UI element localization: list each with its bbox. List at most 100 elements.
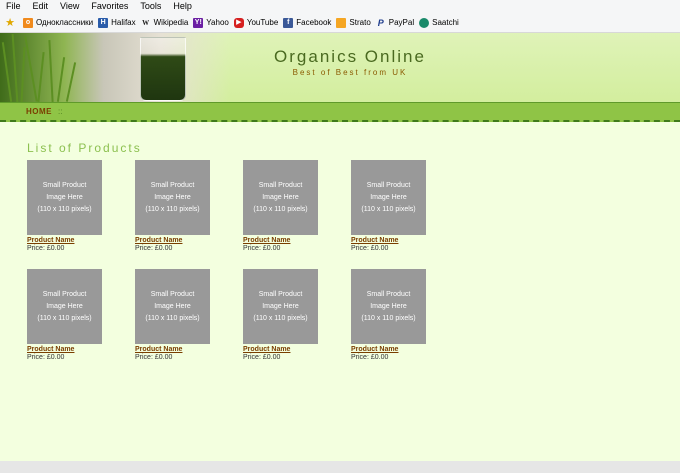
product-price: Price: £0.00 — [135, 354, 173, 361]
product-card: Small Product Image Here (110 x 110 pixe… — [135, 269, 225, 361]
odnoklassniki-icon: o — [23, 17, 33, 28]
site-title: Organics Online — [274, 47, 426, 66]
placeholder-line: Small Product — [42, 290, 87, 298]
favorite-label: Halifax — [111, 18, 136, 27]
placeholder-line: Small Product — [366, 181, 411, 189]
placeholder-line: (110 x 110 pixels) — [361, 205, 416, 213]
product-image-placeholder[interactable]: Small Product Image Here (110 x 110 pixe… — [135, 269, 210, 344]
menu-view[interactable]: View — [54, 0, 85, 13]
favorite-label: Saatchi — [432, 18, 459, 27]
product-name-link[interactable]: Product Name — [27, 346, 117, 353]
product-image-placeholder[interactable]: Small Product Image Here (110 x 110 pixe… — [243, 269, 318, 344]
placeholder-line: Image Here — [154, 302, 191, 310]
product-card: Small Product Image Here (110 x 110 pixe… — [27, 160, 117, 252]
product-price: Price: £0.00 — [27, 245, 65, 252]
strato-icon — [336, 17, 347, 28]
favorite-link-wikipedia[interactable]: W Wikipedia — [141, 18, 189, 28]
placeholder-line: Image Here — [262, 302, 299, 310]
product-price: Price: £0.00 — [243, 354, 281, 361]
placeholder-line: (110 x 110 pixels) — [37, 314, 92, 322]
placeholder-line: Image Here — [370, 302, 407, 310]
facebook-icon: f — [283, 17, 294, 28]
product-image-placeholder[interactable]: Small Product Image Here (110 x 110 pixe… — [243, 160, 318, 235]
favorite-link-yahoo[interactable]: Y! Yahoo — [193, 17, 229, 28]
site-tagline: Best of Best from UK — [292, 68, 408, 77]
product-image-placeholder[interactable]: Small Product Image Here (110 x 110 pixe… — [135, 160, 210, 235]
placeholder-line: Image Here — [262, 193, 299, 201]
placeholder-line: (110 x 110 pixels) — [37, 205, 92, 213]
favorite-link-youtube[interactable]: ▶ YouTube — [233, 17, 279, 28]
halifax-icon: H — [98, 17, 109, 28]
favorites-star[interactable]: ★ — [5, 16, 18, 29]
placeholder-line: (110 x 110 pixels) — [253, 314, 308, 322]
product-card: Small Product Image Here (110 x 110 pixe… — [351, 160, 441, 252]
placeholder-line: Image Here — [370, 193, 407, 201]
product-card: Small Product Image Here (110 x 110 pixe… — [27, 269, 117, 361]
product-name-link[interactable]: Product Name — [351, 346, 441, 353]
product-name-link[interactable]: Product Name — [135, 237, 225, 244]
menu-favorites[interactable]: Favorites — [85, 0, 134, 13]
menu-edit[interactable]: Edit — [27, 0, 55, 13]
product-price: Price: £0.00 — [135, 245, 173, 252]
placeholder-line: (110 x 110 pixels) — [253, 205, 308, 213]
favorite-label: Facebook — [296, 18, 332, 27]
site-header: Organics Online Best of Best from UK — [0, 33, 680, 102]
placeholder-line: Image Here — [154, 193, 191, 201]
favorite-link-paypal[interactable]: P PayPal — [376, 18, 414, 28]
placeholder-line: Image Here — [46, 302, 83, 310]
menu-file[interactable]: File — [0, 0, 27, 13]
favorite-link-strato[interactable]: Strato — [336, 17, 371, 28]
favorite-label: Одноклассники — [36, 18, 94, 27]
product-name-link[interactable]: Product Name — [351, 237, 441, 244]
favorites-bar: ★ o Одноклассники H Halifax W Wikipedia … — [0, 13, 680, 33]
nav-home-link[interactable]: HOME — [26, 107, 52, 116]
product-card: Small Product Image Here (110 x 110 pixe… — [135, 160, 225, 252]
paypal-icon: P — [377, 17, 384, 28]
favorite-label: Strato — [349, 18, 371, 27]
product-price: Price: £0.00 — [243, 245, 281, 252]
favorite-link-odnoklassniki[interactable]: o Одноклассники — [23, 17, 94, 28]
placeholder-line: (110 x 110 pixels) — [361, 314, 416, 322]
nav-separator: :: — [58, 107, 63, 116]
section-title: List of Products — [27, 141, 142, 155]
favorite-label: Wikipedia — [153, 18, 189, 27]
browser-bottom-edge — [0, 461, 680, 473]
menu-tools[interactable]: Tools — [134, 0, 167, 13]
wheatgrass-juice-glass — [140, 37, 186, 101]
wikipedia-icon: W — [142, 18, 150, 27]
product-name-link[interactable]: Product Name — [243, 237, 333, 244]
browser-menu-bar: File Edit View Favorites Tools Help — [0, 0, 680, 13]
placeholder-line: Small Product — [150, 181, 195, 189]
main-nav: HOME :: — [0, 102, 680, 122]
placeholder-line: Small Product — [150, 290, 195, 298]
favorite-label: Yahoo — [206, 18, 229, 27]
favorites-star-icon: ★ — [5, 16, 15, 29]
placeholder-line: Small Product — [258, 290, 303, 298]
product-price: Price: £0.00 — [351, 245, 389, 252]
placeholder-line: Small Product — [42, 181, 87, 189]
youtube-icon: ▶ — [233, 17, 244, 28]
placeholder-line: Small Product — [366, 290, 411, 298]
placeholder-line: (110 x 110 pixels) — [145, 205, 200, 213]
header-wheatgrass-photo — [0, 33, 230, 102]
product-image-placeholder[interactable]: Small Product Image Here (110 x 110 pixe… — [27, 269, 102, 344]
product-card: Small Product Image Here (110 x 110 pixe… — [243, 160, 333, 252]
favorite-link-facebook[interactable]: f Facebook — [283, 17, 332, 28]
favorite-label: YouTube — [246, 18, 279, 27]
product-name-link[interactable]: Product Name — [27, 237, 117, 244]
product-card: Small Product Image Here (110 x 110 pixe… — [243, 269, 333, 361]
placeholder-line: Small Product — [258, 181, 303, 189]
placeholder-line: Image Here — [46, 193, 83, 201]
favorite-link-saatchi[interactable]: Saatchi — [419, 17, 459, 28]
product-price: Price: £0.00 — [351, 354, 389, 361]
product-image-placeholder[interactable]: Small Product Image Here (110 x 110 pixe… — [351, 160, 426, 235]
product-image-placeholder[interactable]: Small Product Image Here (110 x 110 pixe… — [351, 269, 426, 344]
product-card: Small Product Image Here (110 x 110 pixe… — [351, 269, 441, 361]
favorite-link-halifax[interactable]: H Halifax — [98, 17, 136, 28]
favorite-label: PayPal — [388, 18, 415, 27]
product-name-link[interactable]: Product Name — [135, 346, 225, 353]
product-name-link[interactable]: Product Name — [243, 346, 333, 353]
yahoo-icon: Y! — [193, 17, 204, 28]
product-image-placeholder[interactable]: Small Product Image Here (110 x 110 pixe… — [27, 160, 102, 235]
menu-help[interactable]: Help — [167, 0, 198, 13]
